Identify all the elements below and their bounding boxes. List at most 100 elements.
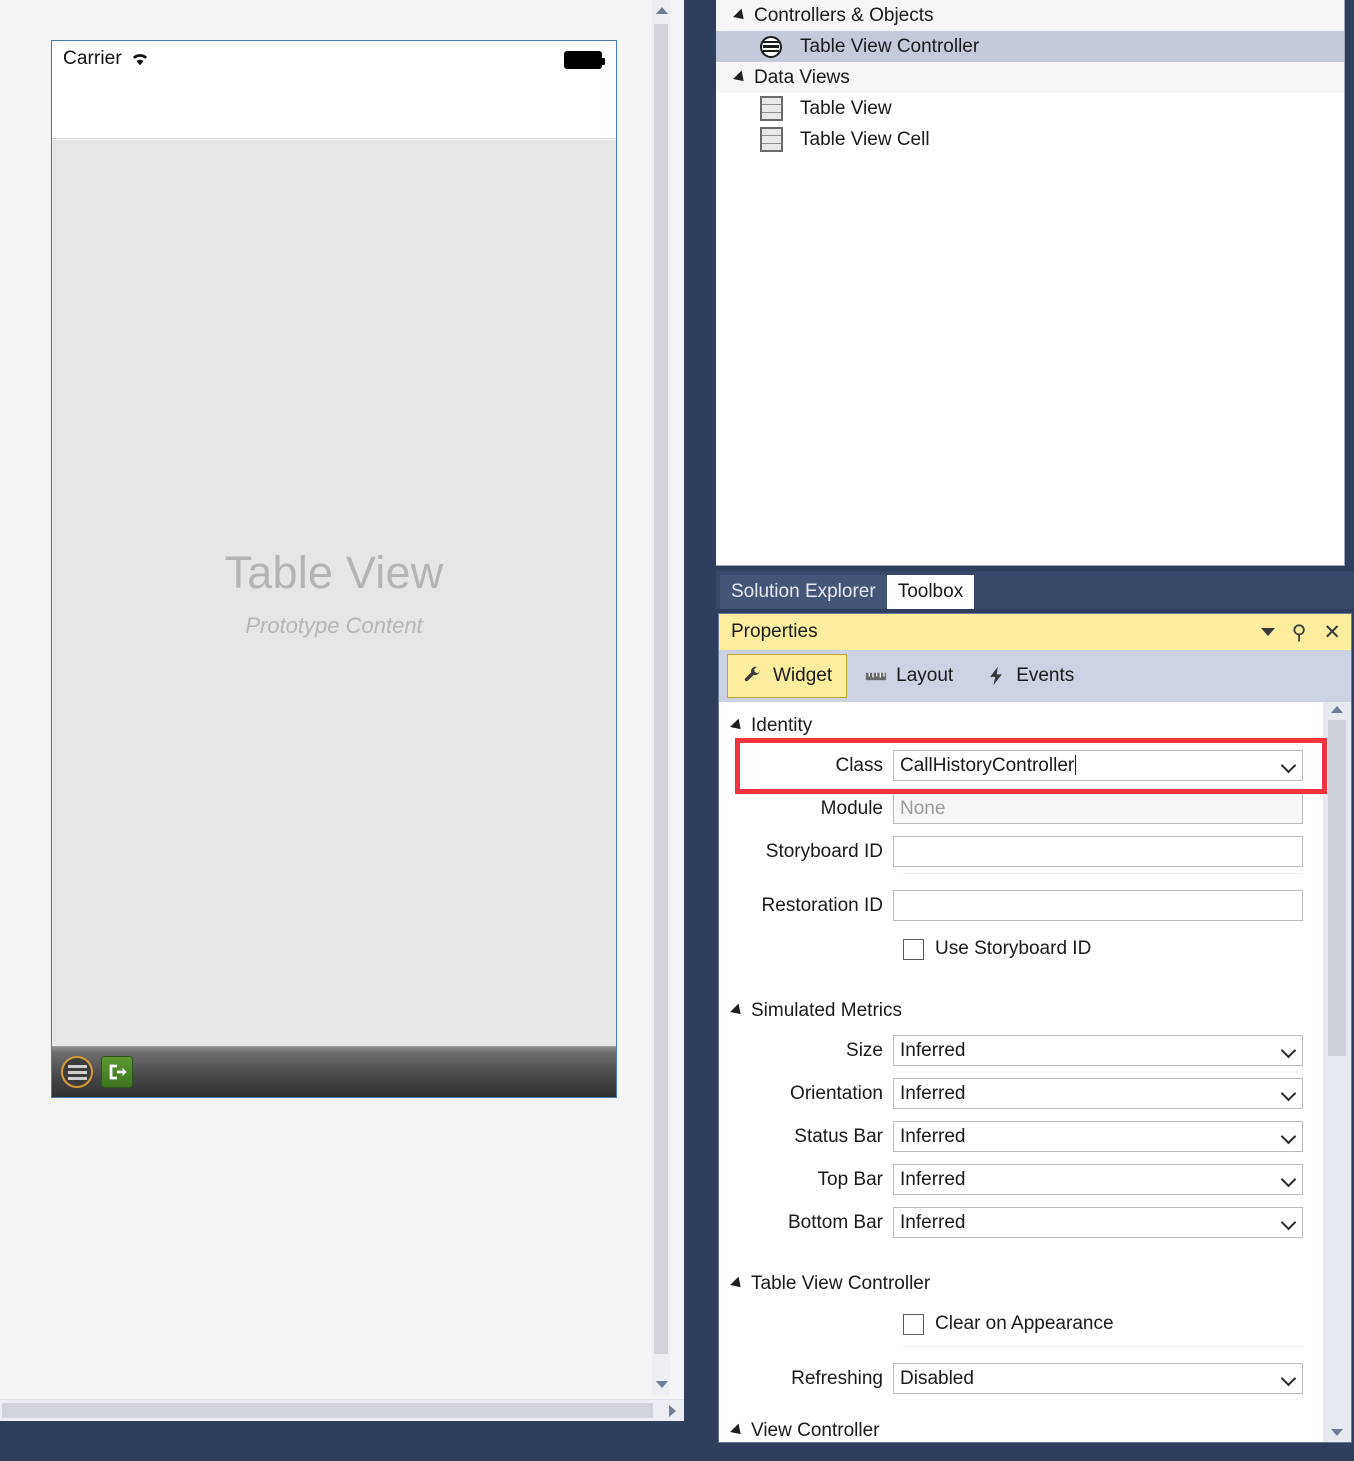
section-header-view-controller[interactable]: View Controller xyxy=(719,1422,1323,1440)
ruler-icon xyxy=(865,666,887,686)
field-label-refreshing: Refreshing xyxy=(791,1367,883,1389)
designer-device-toolbar[interactable] xyxy=(52,1046,616,1097)
field-label-status-bar: Status Bar xyxy=(794,1125,883,1147)
field-row-refreshing: Refreshing Disabled xyxy=(719,1357,1323,1400)
field-row-class: Class CallHistoryController xyxy=(719,744,1323,787)
checkbox-row-clear-on-appearance[interactable]: Clear on Appearance xyxy=(719,1302,1323,1346)
expander-caret-icon[interactable] xyxy=(733,8,748,23)
tab-layout[interactable]: Layout xyxy=(851,654,967,698)
tree-item-table-view-controller[interactable]: Table View Controller xyxy=(716,31,1344,62)
class-input-value: CallHistoryController xyxy=(900,755,1075,776)
lightning-bolt-icon xyxy=(985,666,1007,686)
carrier-label: Carrier xyxy=(63,48,122,69)
tab-layout-label: Layout xyxy=(896,665,954,686)
field-label-bottom-bar: Bottom Bar xyxy=(787,1211,883,1233)
properties-window[interactable]: Properties ⚲ ✕ Widget Layout Events Iden… xyxy=(718,613,1352,1443)
tab-toolbox[interactable]: Toolbox xyxy=(886,575,975,609)
scroll-up-arrow-icon[interactable] xyxy=(1331,706,1343,713)
expander-caret-icon[interactable] xyxy=(730,1276,745,1292)
text-cursor xyxy=(1075,755,1077,775)
field-row-orientation: Orientation Inferred xyxy=(719,1072,1323,1115)
expander-caret-icon[interactable] xyxy=(733,70,748,85)
orientation-select[interactable]: Inferred xyxy=(893,1078,1303,1109)
wrench-icon xyxy=(742,666,764,686)
properties-header: Properties ⚲ ✕ xyxy=(719,614,1351,650)
use-storyboard-id-label: Use Storyboard ID xyxy=(935,938,1092,959)
field-label-top-bar: Top Bar xyxy=(817,1168,883,1190)
field-label-restoration-id: Restoration ID xyxy=(761,894,883,916)
bottom-bar-select[interactable]: Inferred xyxy=(893,1207,1303,1238)
class-input[interactable]: CallHistoryController xyxy=(893,750,1303,781)
top-bar-select[interactable]: Inferred xyxy=(893,1164,1303,1195)
properties-vscroll-thumb[interactable] xyxy=(1328,720,1346,1056)
use-storyboard-id-checkbox[interactable] xyxy=(903,938,924,960)
clear-on-appearance-checkbox[interactable] xyxy=(903,1313,924,1335)
refreshing-select[interactable]: Disabled xyxy=(893,1363,1303,1394)
table-view-controller-icon xyxy=(758,35,784,58)
designer-vertical-scrollbar[interactable] xyxy=(652,0,670,1395)
clear-on-appearance-label: Clear on Appearance xyxy=(935,1313,1114,1334)
field-label-size: Size xyxy=(846,1039,883,1061)
field-row-restoration-id: Restoration ID xyxy=(719,884,1323,927)
storyboard-id-input[interactable] xyxy=(893,836,1303,867)
tab-solution-explorer[interactable]: Solution Explorer xyxy=(720,575,887,609)
designer-vscroll-thumb[interactable] xyxy=(654,24,668,1354)
expander-caret-icon[interactable] xyxy=(730,1003,745,1019)
properties-vertical-scrollbar[interactable] xyxy=(1323,702,1351,1442)
section-header-table-view-controller[interactable]: Table View Controller xyxy=(719,1266,1323,1302)
designer-horizontal-scrollbar[interactable] xyxy=(0,1399,684,1421)
pin-icon[interactable]: ⚲ xyxy=(1292,622,1307,642)
device-status-bar: Carrier xyxy=(52,41,616,139)
properties-scroll-area[interactable]: Identity Class CallHistoryController Mod… xyxy=(719,702,1327,1442)
wifi-icon xyxy=(130,51,150,67)
section-header-identity[interactable]: Identity xyxy=(719,708,1323,744)
tree-item-label: Table View xyxy=(800,98,892,119)
field-label-class: Class xyxy=(835,754,883,776)
close-icon[interactable]: ✕ xyxy=(1323,622,1341,643)
expander-caret-icon[interactable] xyxy=(730,718,745,734)
field-row-status-bar: Status Bar Inferred xyxy=(719,1115,1323,1158)
properties-body: Identity Class CallHistoryController Mod… xyxy=(719,702,1351,1442)
table-view-placeholder[interactable]: Table View Prototype Content xyxy=(52,140,616,1046)
tree-group-controllers-and-objects[interactable]: Controllers & Objects xyxy=(716,0,1344,31)
tree-group-data-views[interactable]: Data Views xyxy=(716,62,1344,93)
tab-widget-label: Widget xyxy=(773,665,833,686)
status-bar-select[interactable]: Inferred xyxy=(893,1121,1303,1152)
field-row-top-bar: Top Bar Inferred xyxy=(719,1158,1323,1201)
restoration-id-input[interactable] xyxy=(893,890,1303,921)
checkbox-row-use-storyboard-id[interactable]: Use Storyboard ID xyxy=(719,927,1323,971)
tree-item-table-view[interactable]: Table View xyxy=(716,93,1344,124)
tab-widget[interactable]: Widget xyxy=(727,654,848,698)
scroll-right-arrow-icon[interactable] xyxy=(669,1405,676,1417)
table-view-placeholder-subtitle: Prototype Content xyxy=(245,613,423,638)
field-row-size: Size Inferred xyxy=(719,1029,1323,1072)
module-input[interactable]: None xyxy=(893,793,1303,824)
section-title: Simulated Metrics xyxy=(751,1000,902,1021)
tree-group-label: Controllers & Objects xyxy=(754,4,934,26)
panel-tabstrip[interactable]: Solution Explorer Toolbox xyxy=(716,571,1354,609)
tab-events[interactable]: Events xyxy=(971,654,1088,698)
scroll-up-arrow-icon[interactable] xyxy=(656,7,668,14)
storyboard-designer-canvas[interactable]: Carrier Table View Prototype Content xyxy=(0,0,684,1421)
properties-title: Properties xyxy=(731,621,818,642)
section-header-simulated-metrics[interactable]: Simulated Metrics xyxy=(719,993,1323,1029)
table-view-cell-icon xyxy=(758,127,784,152)
exit-segue-icon[interactable] xyxy=(101,1056,133,1088)
table-view-controller-icon[interactable] xyxy=(61,1056,93,1088)
tree-item-label: Table View Cell xyxy=(800,129,930,150)
scroll-down-arrow-icon[interactable] xyxy=(656,1381,668,1388)
tree-item-table-view-cell[interactable]: Table View Cell xyxy=(716,124,1344,155)
table-view-placeholder-title: Table View xyxy=(224,547,444,598)
document-outline-tree[interactable]: Controllers & Objects Table View Control… xyxy=(716,0,1345,566)
field-label-module: Module xyxy=(820,797,883,819)
scroll-down-arrow-icon[interactable] xyxy=(1331,1429,1343,1436)
tab-events-label: Events xyxy=(1016,665,1075,686)
ios-device-preview[interactable]: Carrier Table View Prototype Content xyxy=(51,40,617,1098)
section-title: View Controller xyxy=(751,1422,880,1440)
chevron-down-icon[interactable] xyxy=(1260,628,1275,636)
expander-caret-icon[interactable] xyxy=(730,1423,745,1439)
size-select[interactable]: Inferred xyxy=(893,1035,1303,1066)
properties-tabs[interactable]: Widget Layout Events xyxy=(719,650,1351,702)
designer-hscroll-thumb[interactable] xyxy=(2,1403,653,1418)
right-panel-column: Controllers & Objects Table View Control… xyxy=(716,0,1354,1461)
